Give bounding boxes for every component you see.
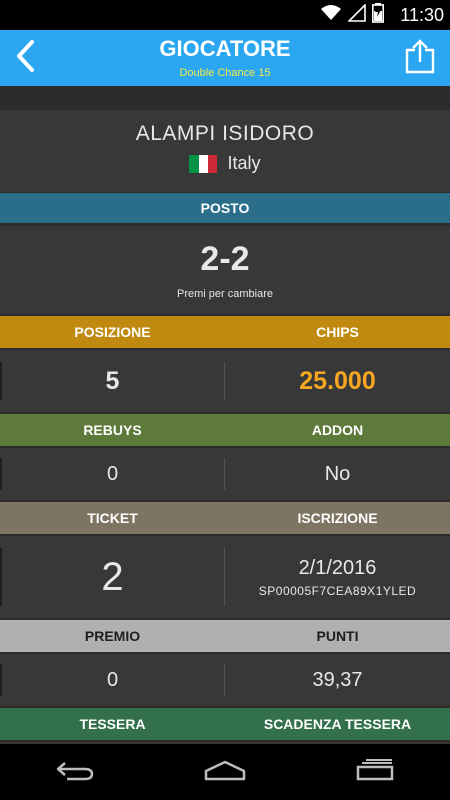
status-icons — [320, 2, 385, 28]
nav-recents-button[interactable] — [345, 752, 405, 792]
ticket-iscrizione-row: 2 2/1/2016 SP00005F7CEA89X1YLED — [0, 536, 450, 618]
battery-icon — [372, 2, 385, 28]
chevron-left-icon — [14, 39, 38, 78]
posto-header: POSTO — [0, 193, 450, 223]
status-bar: 11:30 — [0, 0, 450, 30]
rebuys-addon-row: 0 No — [0, 448, 450, 500]
punti-value: 39,37 — [312, 668, 363, 691]
posto-label: POSTO — [200, 200, 250, 216]
status-time: 11:30 — [400, 4, 444, 25]
scadenza-tessera-label: SCADENZA TESSERA — [263, 716, 412, 732]
divider — [224, 664, 225, 696]
premio-punti-row: 0 39,37 — [0, 654, 450, 706]
ticket-iscrizione-header: TICKET ISCRIZIONE — [0, 502, 450, 534]
ticket-label: TICKET — [87, 510, 138, 526]
posto-hint: Premi per cambiare — [177, 288, 273, 300]
divider — [224, 458, 225, 490]
italy-flag-icon — [189, 154, 218, 173]
tessera-header: TESSERA SCADENZA TESSERA — [0, 708, 450, 740]
iscrizione-label: ISCRIZIONE — [297, 510, 378, 526]
addon-label: ADDON — [311, 422, 364, 438]
posizione-value: 5 — [105, 366, 120, 395]
divider — [224, 548, 225, 606]
player-card: ALAMPI ISIDORO Italy — [0, 110, 450, 192]
wifi-icon — [320, 4, 342, 27]
chips-value: 25.000 — [299, 366, 376, 395]
back-nav-icon — [55, 759, 95, 786]
recents-nav-icon — [355, 758, 395, 786]
rebuys-addon-header: REBUYS ADDON — [0, 414, 450, 446]
player-details: ALAMPI ISIDORO Italy POSTO 2-2 Premi per… — [0, 86, 450, 744]
premio-label: PREMIO — [84, 628, 141, 644]
posizione-chips-header: POSIZIONE CHIPS — [0, 316, 450, 348]
ticket-value: 2 — [101, 554, 124, 599]
navigation-bar — [0, 744, 450, 800]
page-title: GIOCATORE — [159, 36, 291, 61]
share-icon — [405, 38, 435, 79]
home-nav-icon — [203, 759, 247, 786]
premio-punti-header: PREMIO PUNTI — [0, 620, 450, 652]
country-name: Italy — [227, 153, 261, 173]
premio-value: 0 — [106, 668, 119, 691]
signal-icon — [347, 2, 367, 27]
back-button[interactable] — [6, 36, 46, 80]
share-button[interactable] — [400, 36, 440, 80]
player-country: Italy — [0, 153, 450, 174]
iscrizione-date: 2/1/2016 — [298, 556, 377, 579]
app-bar: GIOCATORE Double Chance 15 — [0, 30, 450, 86]
posto-change-button[interactable]: 2-2 Premi per cambiare — [0, 226, 450, 314]
page-subtitle: Double Chance 15 — [179, 67, 271, 79]
nav-back-button[interactable] — [45, 752, 105, 792]
chips-label: CHIPS — [316, 324, 359, 340]
player-name: ALAMPI ISIDORO — [135, 122, 315, 145]
divider — [224, 362, 225, 400]
nav-home-button[interactable] — [195, 752, 255, 792]
posizione-chips-row: 5 25.000 — [0, 350, 450, 412]
posizione-label: POSIZIONE — [74, 324, 151, 340]
iscrizione-code: SP00005F7CEA89X1YLED — [258, 583, 417, 598]
rebuys-value: 0 — [106, 462, 119, 485]
rebuys-label: REBUYS — [83, 422, 142, 438]
iscrizione-cell: 2/1/2016 SP00005F7CEA89X1YLED — [225, 536, 450, 618]
punti-label: PUNTI — [316, 628, 359, 644]
addon-value: No — [324, 462, 351, 485]
posto-value: 2-2 — [200, 240, 250, 278]
spacer — [0, 86, 450, 110]
tessera-label: TESSERA — [79, 716, 146, 732]
